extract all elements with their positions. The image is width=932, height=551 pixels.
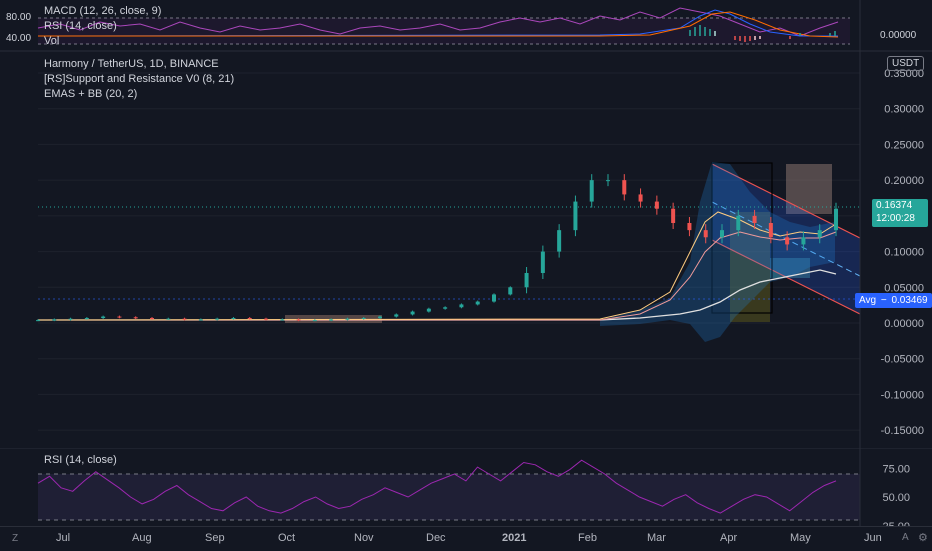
rsi-tick-label: 75.00 <box>882 463 910 475</box>
candle-countdown: 12:00:28 <box>876 213 915 224</box>
time-label: Feb <box>578 532 597 544</box>
rsi-tick-label: 50.00 <box>882 492 910 504</box>
time-label: Oct <box>278 532 296 544</box>
candle <box>573 195 578 237</box>
top-scale-bottom: 40.00 <box>6 33 32 44</box>
time-axis[interactable]: Z Jul Aug Sep Oct Nov Dec 2021 Feb Mar Apr May Jun … <box>0 526 932 551</box>
time-label: Jul <box>56 532 71 544</box>
price-tick-label: 0.20000 <box>884 175 924 187</box>
price-tick-label: 0.25000 <box>884 139 924 151</box>
top-right-value: 0.00000 <box>880 30 917 41</box>
indicator-support-resistance[interactable]: [RS]Support and Resistance V0 (8, 21) <box>44 73 234 85</box>
candle <box>508 286 513 296</box>
price-tick-label: 0.10000 <box>884 247 924 259</box>
indicator-emas-bb[interactable]: EMAS + BB (20, 2) <box>44 88 137 100</box>
chart-title[interactable]: Harmony / TetherUS, 1D, BINANCE <box>44 58 219 70</box>
time-label: Apr <box>720 532 738 544</box>
price-tick-label: -0.15000 <box>881 425 924 437</box>
candle <box>492 293 496 303</box>
auto-scale-button[interactable]: A <box>902 532 909 543</box>
top-rsi-legend[interactable]: RSI (14, close) <box>44 20 117 32</box>
top-scale-top: 80.00 <box>6 12 32 23</box>
time-label: May <box>790 532 811 544</box>
currency-badge[interactable]: USDT <box>887 56 925 71</box>
price-chart[interactable]: 0.350000.300000.250000.200000.150000.100… <box>0 52 932 448</box>
rsi-pane[interactable]: 75.0050.0025.00 <box>0 448 932 526</box>
price-tick-label: -0.10000 <box>881 389 924 401</box>
time-label: Dec <box>426 532 446 544</box>
time-label: 2021 <box>502 532 527 544</box>
price-tick-label: 0.00000 <box>884 318 924 330</box>
time-label: Mar <box>647 532 666 544</box>
time-label: Nov <box>354 532 374 544</box>
settings-gear-icon[interactable]: ⚙ <box>918 531 928 544</box>
last-price-value: 0.16374 <box>876 200 913 211</box>
vol-legend[interactable]: Vol <box>44 35 59 47</box>
timezone-z-button[interactable]: Z <box>12 533 18 544</box>
avg-value: 0.03469 <box>891 295 928 306</box>
time-label: Jun <box>864 532 882 544</box>
last-price-tag: 0.16374 12:00:28 <box>872 199 928 227</box>
avg-tag: Avg − 0.03469 <box>855 293 932 308</box>
time-label: Sep <box>205 532 225 544</box>
rsi-axis: 75.0050.0025.00 <box>882 463 910 526</box>
avg-label: Avg <box>859 295 877 306</box>
rsi-legend[interactable]: RSI (14, close) <box>44 454 117 466</box>
price-axis[interactable]: 0.350000.300000.250000.200000.150000.100… <box>881 68 924 437</box>
price-tick-label: 0.30000 <box>884 104 924 116</box>
time-label: Aug <box>132 532 152 544</box>
price-tick-label: -0.05000 <box>881 354 924 366</box>
macd-legend[interactable]: MACD (12, 26, close, 9) <box>44 5 161 17</box>
